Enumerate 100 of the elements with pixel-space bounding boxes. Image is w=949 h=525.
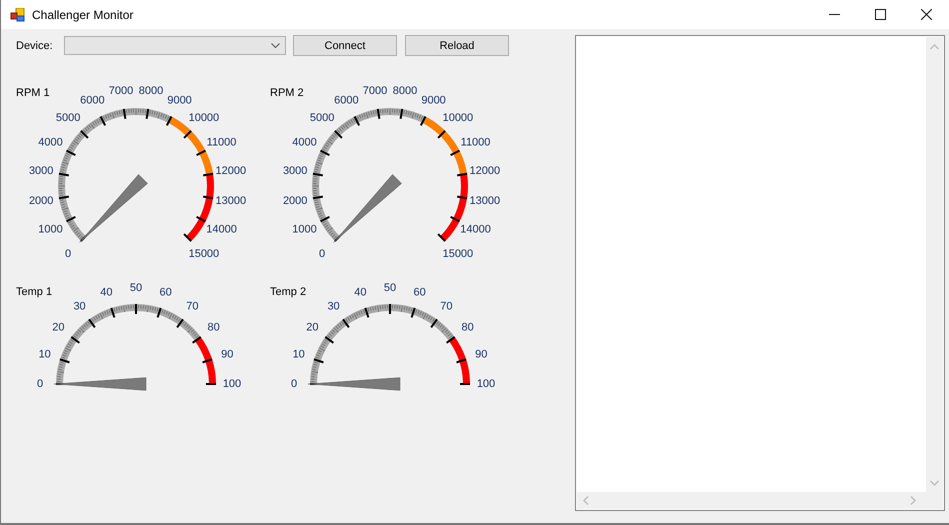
gauge-title: Temp 2 bbox=[270, 286, 306, 298]
scale-label: 2000 bbox=[28, 195, 54, 208]
scroll-left-icon[interactable] bbox=[583, 496, 589, 505]
scale-label: 40 bbox=[100, 286, 112, 299]
scale-label: 20 bbox=[306, 322, 318, 334]
tick-mark bbox=[183, 233, 192, 242]
toolbar-button[interactable]: Reload bbox=[405, 35, 509, 56]
scroll-right-icon[interactable] bbox=[910, 496, 916, 505]
scale-label: 60 bbox=[414, 286, 426, 299]
tick-mark bbox=[202, 358, 212, 364]
scale-label: 1000 bbox=[292, 224, 317, 236]
scale-label: 90 bbox=[475, 348, 488, 360]
tick-mark bbox=[376, 108, 380, 119]
tick-mark bbox=[156, 308, 162, 318]
needle bbox=[79, 174, 148, 243]
tick-mark bbox=[196, 216, 206, 222]
tick-mark bbox=[437, 233, 446, 242]
scroll-up-icon[interactable] bbox=[930, 44, 939, 50]
scale-label: 2000 bbox=[282, 195, 308, 208]
scale-label: 13000 bbox=[216, 195, 246, 208]
tick-mark bbox=[457, 196, 468, 200]
tick-mark bbox=[100, 116, 106, 126]
scale-label: 70 bbox=[440, 300, 453, 312]
scale-label: 12000 bbox=[216, 164, 246, 177]
tick-mark bbox=[58, 172, 69, 176]
device-label: Device: bbox=[15, 40, 54, 52]
tick-mark bbox=[457, 172, 468, 176]
tick-mark bbox=[146, 108, 150, 119]
scale-label: 8000 bbox=[392, 85, 418, 98]
scale-label: 20 bbox=[52, 322, 64, 334]
tick-mark bbox=[437, 130, 446, 139]
tick-mark bbox=[135, 304, 137, 314]
scale-label: 10000 bbox=[188, 112, 220, 124]
scale-label: 6000 bbox=[80, 94, 105, 106]
scale-label: 50 bbox=[384, 282, 396, 294]
tick-mark bbox=[460, 383, 470, 385]
scale-label: 14000 bbox=[460, 224, 491, 236]
tick-mark bbox=[312, 172, 323, 176]
scale-label: 30 bbox=[73, 300, 86, 312]
scale-label: 100 bbox=[476, 378, 496, 390]
tick-mark bbox=[60, 358, 70, 364]
scale-label: 3000 bbox=[282, 164, 308, 177]
scale-label: 3000 bbox=[28, 164, 54, 177]
gauge-title: Temp 1 bbox=[16, 286, 52, 298]
tick-mark bbox=[166, 116, 172, 126]
scale-label: 9000 bbox=[421, 94, 446, 106]
scale-label: 10000 bbox=[442, 112, 474, 124]
tick-mark bbox=[364, 308, 370, 318]
tick-mark bbox=[66, 216, 76, 222]
scale-label: 7000 bbox=[362, 85, 388, 98]
tick-mark bbox=[66, 150, 76, 156]
scale-label: 80 bbox=[208, 322, 220, 334]
tick-mark bbox=[58, 196, 69, 200]
tick-mark bbox=[80, 130, 89, 139]
tick-mark bbox=[334, 130, 343, 139]
scale-label: 60 bbox=[160, 286, 172, 299]
scale-label: 4000 bbox=[38, 136, 63, 148]
scale-label: 30 bbox=[327, 300, 340, 312]
tick-mark bbox=[122, 108, 126, 119]
tick-mark bbox=[110, 308, 116, 318]
app-icon bbox=[10, 8, 26, 22]
scale-label: 50 bbox=[130, 282, 142, 294]
scale-label: 15000 bbox=[188, 248, 220, 260]
tick-mark bbox=[354, 116, 360, 126]
tick-mark bbox=[450, 216, 460, 222]
device-dropdown[interactable] bbox=[64, 36, 286, 55]
scale-label: 11000 bbox=[206, 136, 236, 148]
scale-label: 0 bbox=[319, 248, 326, 260]
scale-label: 11000 bbox=[460, 136, 490, 148]
scroll-down-icon[interactable] bbox=[930, 480, 939, 486]
scale-label: 80 bbox=[462, 322, 474, 334]
tick-mark bbox=[456, 358, 466, 364]
scale-label: 9000 bbox=[167, 94, 192, 106]
tick-mark bbox=[389, 304, 391, 314]
scale-label: 7000 bbox=[108, 85, 134, 98]
needle bbox=[333, 174, 402, 243]
scale-label: 0 bbox=[36, 378, 44, 390]
tick-mark bbox=[203, 196, 214, 200]
maximize-icon[interactable] bbox=[875, 9, 886, 20]
scale-label: 70 bbox=[186, 300, 199, 312]
scale-label: 12000 bbox=[470, 164, 500, 177]
close-icon[interactable] bbox=[921, 9, 932, 20]
scale-label: 6000 bbox=[334, 94, 359, 106]
output-text-area[interactable] bbox=[575, 35, 945, 511]
scale-label: 40 bbox=[354, 286, 366, 299]
scale-label: 8000 bbox=[138, 85, 164, 98]
scale-label: 100 bbox=[222, 378, 242, 390]
caret-icon bbox=[271, 43, 280, 48]
scale-label: 10 bbox=[292, 348, 305, 360]
scale-label: 10 bbox=[38, 348, 51, 360]
scale-label: 90 bbox=[221, 348, 234, 360]
scale-label: 13000 bbox=[470, 195, 500, 208]
scale-label: 5000 bbox=[56, 112, 80, 124]
tick-mark bbox=[450, 150, 460, 156]
toolbar-button[interactable]: Connect bbox=[293, 35, 397, 56]
tick-mark bbox=[420, 116, 426, 126]
tick-mark bbox=[183, 130, 192, 139]
scale-label: 1000 bbox=[38, 224, 63, 236]
gauge-title: RPM 1 bbox=[16, 87, 50, 99]
tick-mark bbox=[206, 383, 216, 385]
